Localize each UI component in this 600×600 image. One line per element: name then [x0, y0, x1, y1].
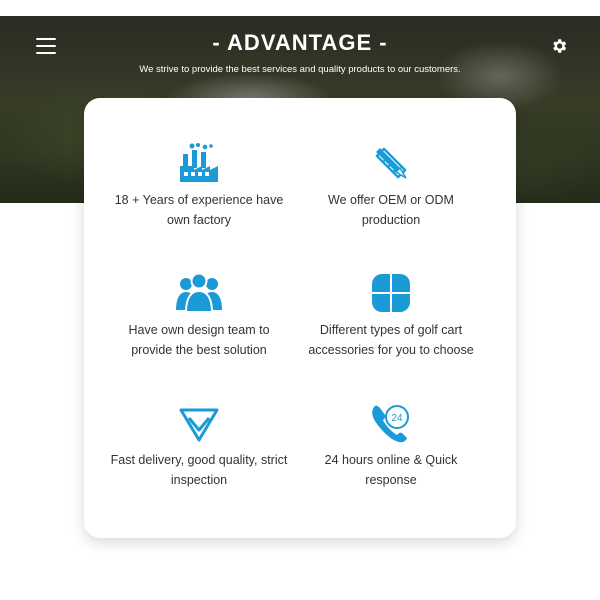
feature-item: We offer OEM or ODM production: [301, 142, 481, 230]
factory-icon: [180, 143, 218, 182]
phone-24-icon: 24: [372, 405, 409, 443]
team-icon: [176, 272, 222, 313]
feature-text: Have own design team to provide the best…: [128, 323, 270, 357]
svg-text:24: 24: [391, 413, 403, 424]
advantages-card: 18 + Years of experience have own factor…: [84, 98, 516, 538]
feature-text: 24 hours online & Quick response: [324, 453, 458, 487]
feature-text: We offer OEM or ODM production: [328, 193, 454, 227]
gear-icon[interactable]: [550, 37, 568, 55]
diamond-icon: [179, 408, 219, 442]
feature-text: Fast delivery, good quality, strict insp…: [110, 453, 288, 487]
feature-item: Different types of golf cart accessories…: [301, 272, 481, 360]
feature-item: 24 24 hours online & Quick response: [301, 402, 481, 490]
feature-text: Different types of golf cart accessories…: [308, 323, 474, 357]
section-title: - ADVANTAGE -: [212, 30, 388, 55]
feature-item: Fast delivery, good quality, strict insp…: [109, 402, 289, 490]
clover-grid-icon: [372, 274, 410, 312]
section-subtitle: We strive to provide the best services a…: [139, 64, 461, 75]
feature-item: 18 + Years of experience have own factor…: [109, 142, 289, 230]
feature-text: 18 + Years of experience have own factor…: [114, 193, 284, 227]
pencil-ruler-icon: [375, 147, 407, 179]
feature-item: Have own design team to provide the best…: [109, 272, 289, 360]
